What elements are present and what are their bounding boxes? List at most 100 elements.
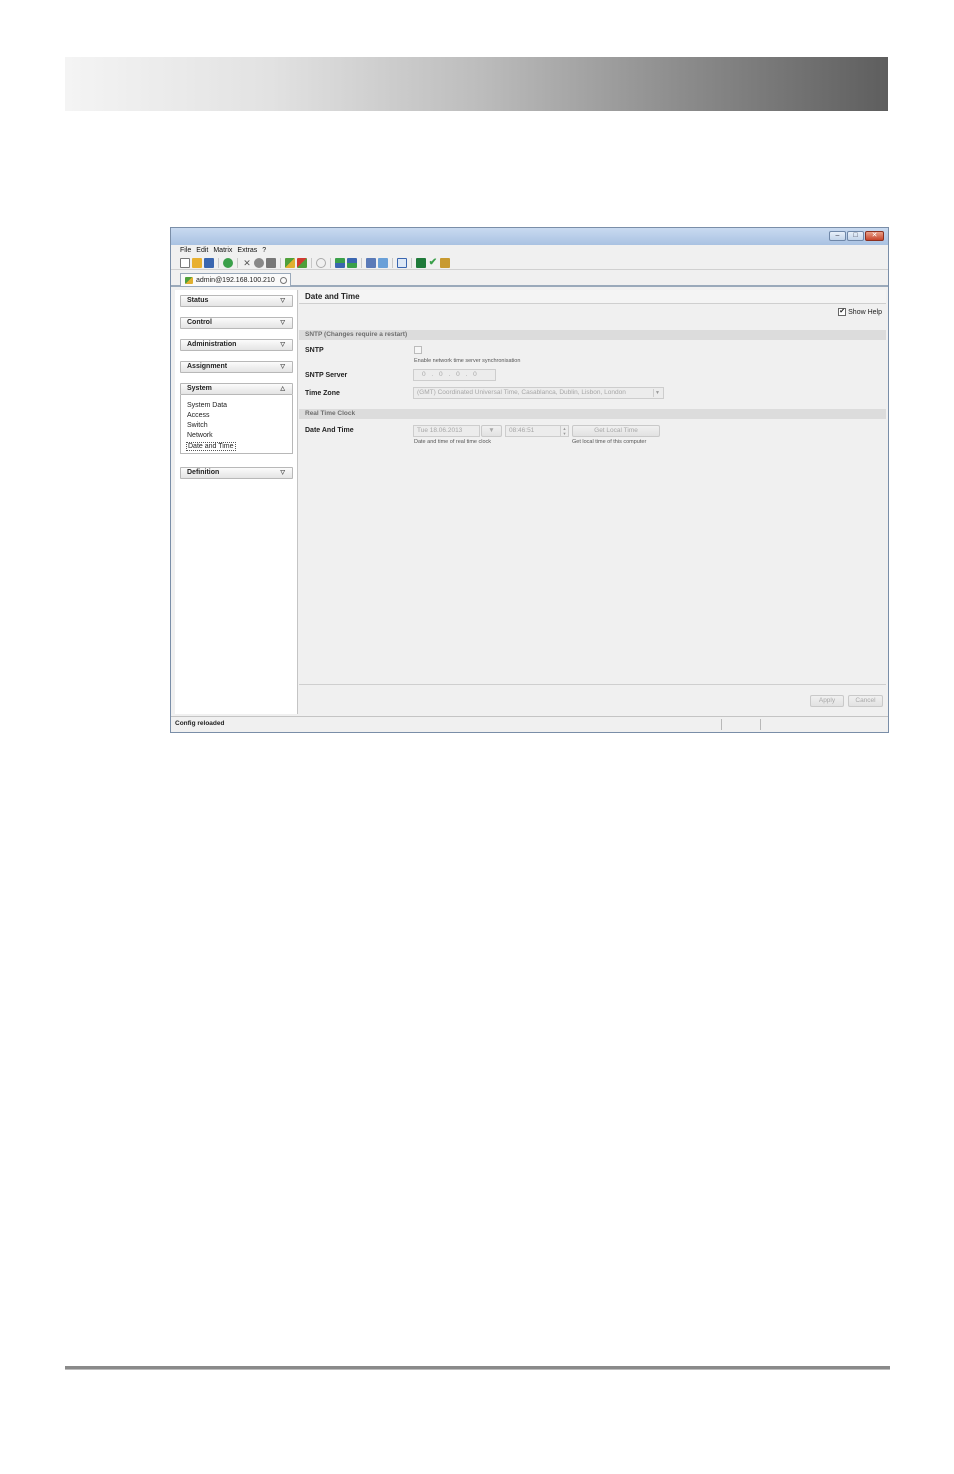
sntp-section-header: SNTP (Changes require a restart) — [299, 330, 886, 340]
sidebar-section-administration[interactable]: Administration ▽ — [180, 339, 293, 351]
close-icon[interactable]: ✕ — [865, 231, 884, 241]
toolbar-separator — [330, 257, 331, 268]
date-help-text: Date and time of real time clock — [414, 439, 492, 445]
sidebar-section-assignment[interactable]: Assignment ▽ — [180, 361, 293, 373]
page-header-band — [65, 57, 888, 111]
date-picker-button[interactable]: ▼ — [481, 425, 502, 437]
plug-icon — [185, 276, 193, 284]
minimize-icon[interactable]: – — [829, 231, 846, 241]
local-time-help-text: Get local time of this computer — [572, 439, 647, 445]
date-input[interactable]: Tue 18.06.2013 — [413, 425, 480, 437]
sidebar-section-status[interactable]: Status ▽ — [180, 295, 293, 307]
date-and-time-label: Date And Time — [305, 427, 354, 434]
menu-edit[interactable]: Edit — [196, 247, 208, 254]
chevron-down-icon: ▽ — [280, 470, 285, 476]
menu-file[interactable]: File — [180, 247, 191, 254]
check-icon[interactable]: ✔ — [428, 257, 438, 268]
cancel-button[interactable]: Cancel — [848, 695, 883, 707]
save-icon[interactable] — [204, 257, 214, 268]
rtc-section-header: Real Time Clock — [299, 409, 886, 419]
time-value: 08:46:51 — [509, 427, 535, 434]
connection-tab-strip: admin@192.168.100.210 — [171, 270, 888, 287]
report-icon[interactable] — [397, 257, 407, 268]
status-bar: Config reloaded — [171, 716, 888, 732]
connect-icon[interactable] — [285, 257, 295, 268]
chevron-down-icon: ▼ — [488, 427, 495, 434]
toolbar-separator — [311, 257, 312, 268]
show-help-toggle[interactable]: ✔ Show Help — [838, 308, 882, 316]
sntp-checkbox[interactable] — [414, 346, 422, 354]
export-icon[interactable] — [366, 257, 376, 268]
connection-tab[interactable]: admin@192.168.100.210 — [180, 273, 291, 286]
sidebar-section-control[interactable]: Control ▽ — [180, 317, 293, 329]
copy-icon[interactable] — [254, 257, 264, 268]
time-input[interactable]: 08:46:51 ▲ ▼ — [505, 425, 569, 437]
sidebar-item-network[interactable]: Network — [187, 432, 213, 439]
time-zone-select[interactable]: (GMT) Coordinated Universal Time, Casabl… — [413, 387, 664, 399]
new-file-icon[interactable] — [180, 257, 190, 268]
sidebar-section-label: Assignment — [187, 363, 228, 370]
sidebar-item-switch[interactable]: Switch — [187, 422, 208, 429]
chevron-up-icon: △ — [280, 386, 285, 392]
menu-help[interactable]: ? — [262, 247, 266, 254]
content-footer: Apply Cancel — [299, 684, 886, 718]
page-footer-rule — [65, 1366, 890, 1370]
sidebar-item-date-and-time[interactable]: Date and Time — [186, 442, 236, 451]
application-window: – □ ✕ File Edit Matrix Extras ? ✕ ✔ admi… — [170, 227, 889, 733]
toolbar: ✕ ✔ — [171, 256, 888, 270]
page-title: Date and Time — [299, 290, 886, 304]
menu-matrix[interactable]: Matrix — [213, 247, 232, 254]
connection-tab-label: admin@192.168.100.210 — [196, 276, 275, 284]
disconnect-icon[interactable] — [297, 257, 307, 268]
chevron-down-icon: ▼ — [653, 389, 661, 397]
title-bar: – □ ✕ — [171, 228, 888, 245]
menu-extras[interactable]: Extras — [237, 247, 257, 254]
sidebar-section-label: Status — [187, 297, 209, 304]
sidebar-section-label: Administration — [187, 341, 237, 348]
sidebar-item-access[interactable]: Access — [187, 412, 210, 419]
chevron-down-icon: ▽ — [280, 342, 285, 348]
status-separator — [760, 719, 761, 730]
toolbar-separator — [411, 257, 412, 268]
status-message: Config reloaded — [175, 720, 225, 727]
show-help-checkbox[interactable]: ✔ — [838, 308, 847, 316]
toolbar-separator — [237, 257, 238, 268]
maximize-icon[interactable]: □ — [847, 231, 864, 241]
tool-icon[interactable] — [440, 257, 450, 268]
time-zone-label: Time Zone — [305, 390, 340, 397]
menu-bar: File Edit Matrix Extras ? — [171, 245, 888, 256]
sidebar-system-items: System Data Access Switch Network Date a… — [180, 395, 293, 454]
toolbar-separator — [361, 257, 362, 268]
cut-icon[interactable]: ✕ — [242, 258, 252, 268]
sidebar-section-system[interactable]: System △ — [180, 383, 293, 395]
apply-button[interactable]: Apply — [810, 695, 844, 707]
activate-icon[interactable] — [316, 257, 326, 268]
sidebar: Status ▽ Control ▽ Administration ▽ Assi… — [175, 290, 298, 714]
sidebar-section-label: Definition — [187, 469, 220, 476]
time-spinner-icon[interactable]: ▲ ▼ — [560, 426, 568, 436]
sidebar-section-label: Control — [187, 319, 212, 326]
tab-close-icon[interactable] — [279, 276, 287, 284]
open-folder-icon[interactable] — [192, 257, 202, 268]
sntp-label: SNTP — [305, 347, 324, 354]
toolbar-separator — [392, 257, 393, 268]
reload-icon[interactable] — [223, 257, 233, 268]
time-zone-value: (GMT) Coordinated Universal Time, Casabl… — [417, 389, 626, 396]
show-help-label: Show Help — [848, 308, 882, 316]
get-local-time-button[interactable]: Get Local Time — [572, 425, 660, 437]
paste-icon[interactable] — [266, 257, 276, 268]
matrix-icon[interactable] — [416, 257, 426, 268]
sntp-help-text: Enable network time server synchronisati… — [414, 358, 521, 364]
content-panel: Date and Time ✔ Show Help SNTP (Changes … — [299, 290, 886, 718]
sidebar-section-label: System — [187, 385, 212, 392]
sntp-server-input[interactable]: 0 . 0 . 0 . 0 — [413, 369, 496, 381]
chevron-down-icon: ▽ — [280, 298, 285, 304]
sidebar-item-system-data[interactable]: System Data — [187, 402, 227, 409]
sidebar-section-definition[interactable]: Definition ▽ — [180, 467, 293, 479]
import-icon[interactable] — [378, 257, 388, 268]
upload-icon[interactable] — [335, 257, 345, 268]
chevron-down-icon: ▽ — [280, 364, 285, 370]
sntp-server-label: SNTP Server — [305, 372, 348, 379]
download-icon[interactable] — [347, 257, 357, 268]
window-controls: – □ ✕ — [829, 231, 884, 241]
